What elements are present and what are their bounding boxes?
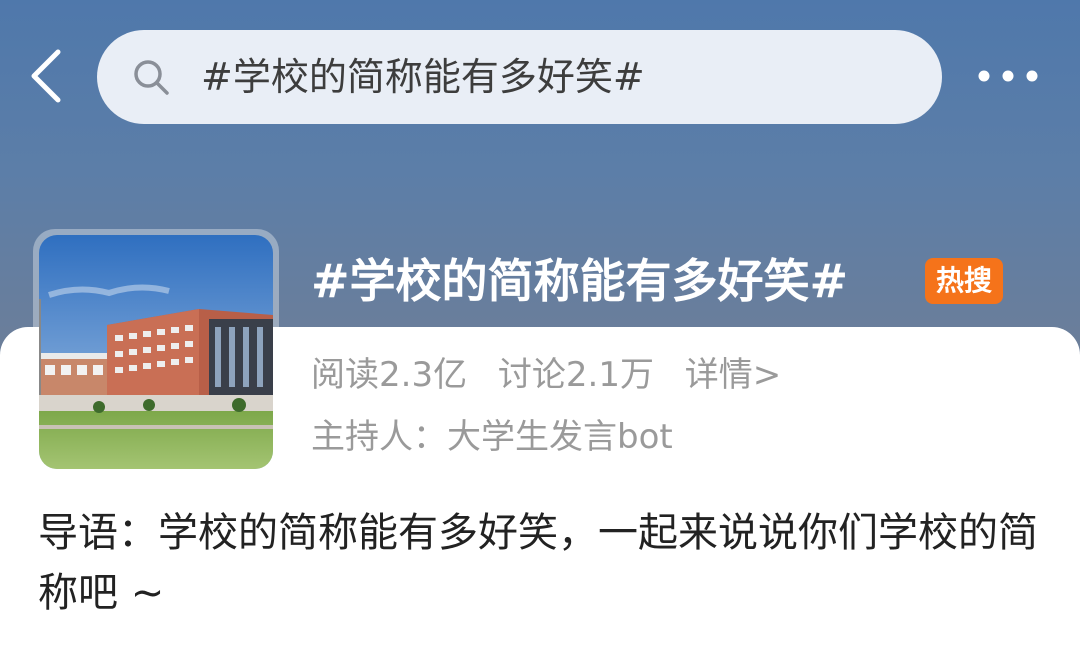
topic-title: #学校的简称能有多好笑# bbox=[311, 254, 849, 308]
topic-cover-image bbox=[39, 235, 273, 469]
discussion-count: 讨论2.1万 bbox=[497, 355, 654, 395]
host-label: 主持人： bbox=[311, 417, 447, 457]
topic-stats: 阅读2.3亿 讨论2.1万 详情> bbox=[311, 350, 801, 400]
hot-search-badge: 热搜 bbox=[925, 258, 1003, 304]
back-button[interactable] bbox=[22, 44, 72, 108]
search-bar[interactable]: #学校的简称能有多好笑# bbox=[97, 30, 942, 124]
host-row: 主持人：大学生发言bot bbox=[311, 412, 673, 462]
more-options-icon bbox=[978, 70, 1038, 82]
host-name[interactable]: 大学生发言bot bbox=[447, 417, 673, 457]
back-arrow-icon bbox=[31, 49, 61, 103]
more-options-button[interactable] bbox=[970, 58, 1050, 94]
topic-cover[interactable] bbox=[33, 229, 279, 475]
search-icon bbox=[134, 60, 169, 95]
topic-intro: 导语：学校的简称能有多好笑，一起来说说你们学校的简称吧 ~ bbox=[38, 510, 1038, 616]
read-count: 阅读2.3亿 bbox=[311, 355, 468, 395]
details-link[interactable]: 详情> bbox=[685, 355, 782, 395]
search-query-text: #学校的简称能有多好笑# bbox=[201, 55, 645, 99]
